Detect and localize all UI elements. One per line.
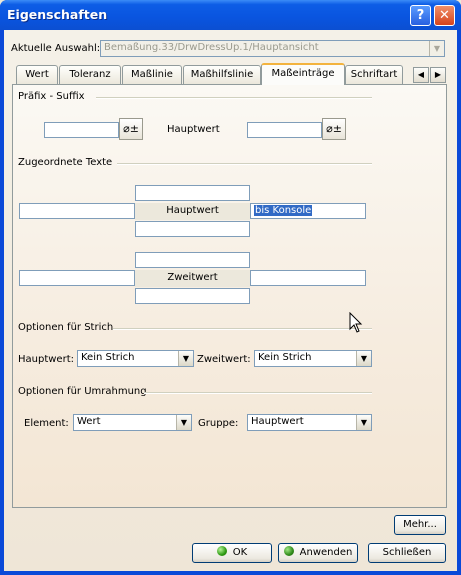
tab-scroll-right-icon[interactable]: ▶ [430, 67, 446, 83]
window-title: Eigenschaften [7, 7, 108, 22]
title-bar[interactable]: Eigenschaften ? ✕ [0, 0, 461, 30]
main-after-value: bis Konsole [254, 205, 313, 216]
frame-element-value: Wert [77, 416, 101, 427]
apply-button-label: Anwenden [299, 547, 353, 558]
tab-schriftart[interactable]: Schriftart [345, 65, 403, 84]
properties-dialog: Eigenschaften ? ✕ Aktuelle Auswahl: Bema… [0, 0, 461, 575]
close-button[interactable]: Schließen [368, 543, 446, 563]
main-above-input[interactable] [135, 185, 250, 201]
chevron-down-icon[interactable]: ▼ [356, 351, 371, 366]
ok-button[interactable]: OK [192, 543, 272, 563]
mouse-cursor-icon [349, 312, 363, 333]
line-second-label: Zweitwert: [197, 354, 251, 365]
green-dot-icon [283, 546, 294, 556]
associated-texts-separator [117, 163, 372, 165]
chevron-down-icon[interactable]: ▼ [178, 351, 193, 366]
frame-group-value: Hauptwert [251, 416, 304, 427]
chevron-down-icon[interactable]: ▼ [356, 415, 371, 430]
prefix-suffix-center-label: Hauptwert [167, 124, 220, 135]
frame-group-label: Gruppe: [198, 418, 239, 429]
line-options-heading: Optionen für Strich [18, 322, 114, 333]
frame-element-select[interactable]: Wert ▼ [73, 414, 192, 431]
second-value-label: Zweitwert [135, 270, 250, 287]
second-below-input[interactable] [135, 288, 250, 304]
second-before-input[interactable] [19, 270, 135, 286]
frame-element-label: Element: [24, 418, 69, 429]
green-dot-icon [216, 546, 227, 556]
tab-masshilfslinie[interactable]: Maßhilfslinie [183, 65, 261, 84]
line-main-label: Hauptwert: [18, 354, 74, 365]
prefix-input[interactable] [44, 122, 119, 138]
frame-group-select[interactable]: Hauptwert ▼ [247, 414, 372, 431]
current-selection-combo: Bemaßung.33/DrwDressUp.1/Hauptansicht ▼ [100, 40, 445, 57]
line-options-separator [113, 328, 372, 330]
apply-button[interactable]: Anwenden [278, 543, 358, 563]
line-main-select[interactable]: Kein Strich ▼ [77, 350, 194, 367]
frame-options-heading: Optionen für Umrahmung [18, 386, 147, 397]
tab-masslinie[interactable]: Maßlinie [122, 65, 182, 84]
ok-button-label: OK [232, 547, 248, 558]
line-second-value: Kein Strich [258, 352, 312, 363]
help-button[interactable]: ? [410, 5, 431, 26]
main-after-input[interactable]: bis Konsole [250, 203, 366, 219]
second-after-input[interactable] [250, 270, 366, 286]
tab-masseintraege[interactable]: Maßeinträge [261, 63, 345, 85]
frame-options-separator [144, 392, 372, 394]
prefix-suffix-heading: Präfix - Suffix [18, 91, 85, 102]
current-selection-label: Aktuelle Auswahl: [11, 43, 101, 54]
main-before-input[interactable] [19, 203, 135, 219]
prefix-suffix-separator [96, 97, 372, 99]
chevron-down-icon: ▼ [429, 41, 444, 56]
close-window-button[interactable]: ✕ [434, 5, 455, 26]
line-main-value: Kein Strich [81, 352, 135, 363]
main-below-input[interactable] [135, 221, 250, 237]
current-selection-value: Bemaßung.33/DrwDressUp.1/Hauptansicht [104, 42, 319, 53]
diameter-symbol-icon[interactable]: ⌀± [119, 118, 143, 140]
suffix-input[interactable] [247, 122, 322, 138]
diameter-symbol-icon[interactable]: ⌀± [322, 118, 346, 140]
main-value-label: Hauptwert [135, 203, 250, 220]
chevron-down-icon[interactable]: ▼ [176, 415, 191, 430]
tab-wert[interactable]: Wert [16, 65, 58, 84]
line-second-select[interactable]: Kein Strich ▼ [254, 350, 372, 367]
second-above-input[interactable] [135, 252, 250, 268]
more-button[interactable]: Mehr... [394, 515, 446, 535]
associated-texts-heading: Zugeordnete Texte [18, 157, 113, 168]
tab-toleranz[interactable]: Toleranz [59, 65, 121, 84]
tab-scroll-left-icon[interactable]: ◀ [413, 67, 429, 83]
